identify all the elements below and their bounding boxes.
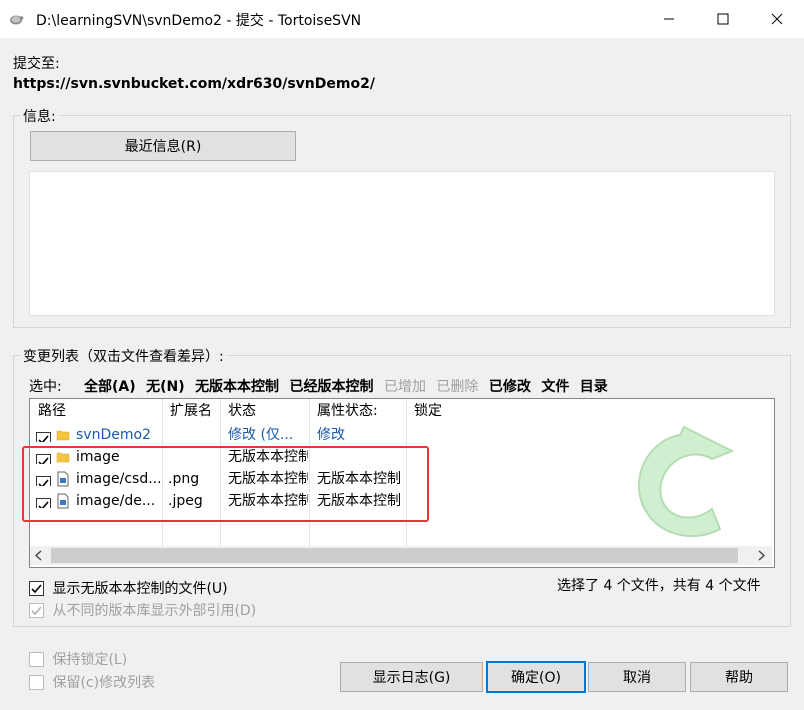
selection-summary: 选择了 4 个文件，共有 4 个文件 xyxy=(557,578,761,594)
select-directories-link[interactable]: 目录 xyxy=(580,379,608,395)
keep-changelist-checkbox xyxy=(29,674,44,690)
row-checkbox[interactable] xyxy=(36,431,51,442)
close-button[interactable] xyxy=(750,0,804,38)
cancel-button[interactable]: 取消 xyxy=(588,662,686,692)
recent-messages-button[interactable]: 最近信息(R) xyxy=(30,131,296,161)
scroll-left-icon[interactable] xyxy=(34,550,44,561)
horizontal-scrollbar[interactable] xyxy=(30,546,772,565)
message-textarea[interactable] xyxy=(29,171,775,316)
window-title: D:\learningSVN\svnDemo2 - 提交 - TortoiseS… xyxy=(36,13,362,29)
column-path[interactable]: 路径 xyxy=(30,399,162,423)
title-bar: D:\learningSVN\svnDemo2 - 提交 - TortoiseS… xyxy=(0,0,804,38)
keep-changelist-option: 保留(c)修改列表 xyxy=(29,672,155,692)
show-unversioned-label: 显示无版本本控制的文件(U) xyxy=(52,581,228,597)
row-path: svnDemo2 xyxy=(76,427,151,443)
maximize-icon xyxy=(717,13,729,25)
maximize-button[interactable] xyxy=(696,0,750,38)
row-property-status: 修改 xyxy=(317,427,345,443)
ok-button[interactable]: 确定(O) xyxy=(486,661,586,693)
tortoisesvn-logo-icon xyxy=(10,15,24,25)
show-unversioned-checkbox[interactable] xyxy=(29,580,44,596)
column-extension[interactable]: 扩展名 xyxy=(162,399,220,423)
select-deleted-link: 已删除 xyxy=(436,379,479,395)
repository-url: https://svn.svnbucket.com/xdr630/svnDemo… xyxy=(13,76,375,92)
folder-icon xyxy=(56,430,70,441)
select-versioned-link[interactable]: 已经版本控制 xyxy=(290,379,374,395)
row-extension xyxy=(168,424,220,446)
keep-changelist-label: 保留(c)修改列表 xyxy=(52,675,156,691)
select-unversioned-link[interactable]: 无版本本控制 xyxy=(195,379,279,395)
show-log-button[interactable]: 显示日志(G) xyxy=(340,662,483,692)
show-externals-checkbox xyxy=(29,602,44,618)
show-unversioned-option[interactable]: 显示无版本本控制的文件(U) xyxy=(29,578,228,598)
column-property-status[interactable]: 属性状态: xyxy=(309,399,406,423)
keep-locks-checkbox xyxy=(29,651,44,667)
select-links: 全部(A) 无(N) 无版本本控制 已经版本控制 已增加 已删除 已修改 文件 … xyxy=(84,376,608,396)
table-row[interactable]: svnDemo2 修改 (仅... 修改 xyxy=(30,424,770,446)
scroll-right-icon[interactable] xyxy=(756,550,766,561)
minimize-button[interactable] xyxy=(642,0,696,38)
keep-locks-label: 保持锁定(L) xyxy=(52,652,128,668)
column-status[interactable]: 状态 xyxy=(220,399,309,423)
select-none-link[interactable]: 无(N) xyxy=(146,379,185,395)
changes-group-label: 变更列表（双击文件查看差异）: xyxy=(20,346,227,366)
keep-locks-option: 保持锁定(L) xyxy=(29,649,127,669)
select-label: 选中: xyxy=(29,379,62,395)
select-files-link[interactable]: 文件 xyxy=(541,379,569,395)
scrollbar-thumb[interactable] xyxy=(51,548,738,563)
message-group-label: 信息: xyxy=(20,106,59,126)
show-externals-option: 从不同的版本库显示外部引用(D) xyxy=(29,600,256,620)
minimize-icon xyxy=(664,18,674,20)
select-added-link: 已增加 xyxy=(383,379,426,395)
commit-to-label: 提交至: xyxy=(13,56,60,72)
close-icon xyxy=(771,13,783,25)
help-button[interactable]: 帮助 xyxy=(690,662,788,692)
row-status: 修改 (仅... xyxy=(228,427,294,443)
select-all-link[interactable]: 全部(A) xyxy=(84,379,136,395)
highlight-box xyxy=(22,446,429,522)
select-modified-link[interactable]: 已修改 xyxy=(489,379,531,395)
show-externals-label: 从不同的版本库显示外部引用(D) xyxy=(52,603,257,619)
column-lock[interactable]: 锁定 xyxy=(406,399,486,423)
